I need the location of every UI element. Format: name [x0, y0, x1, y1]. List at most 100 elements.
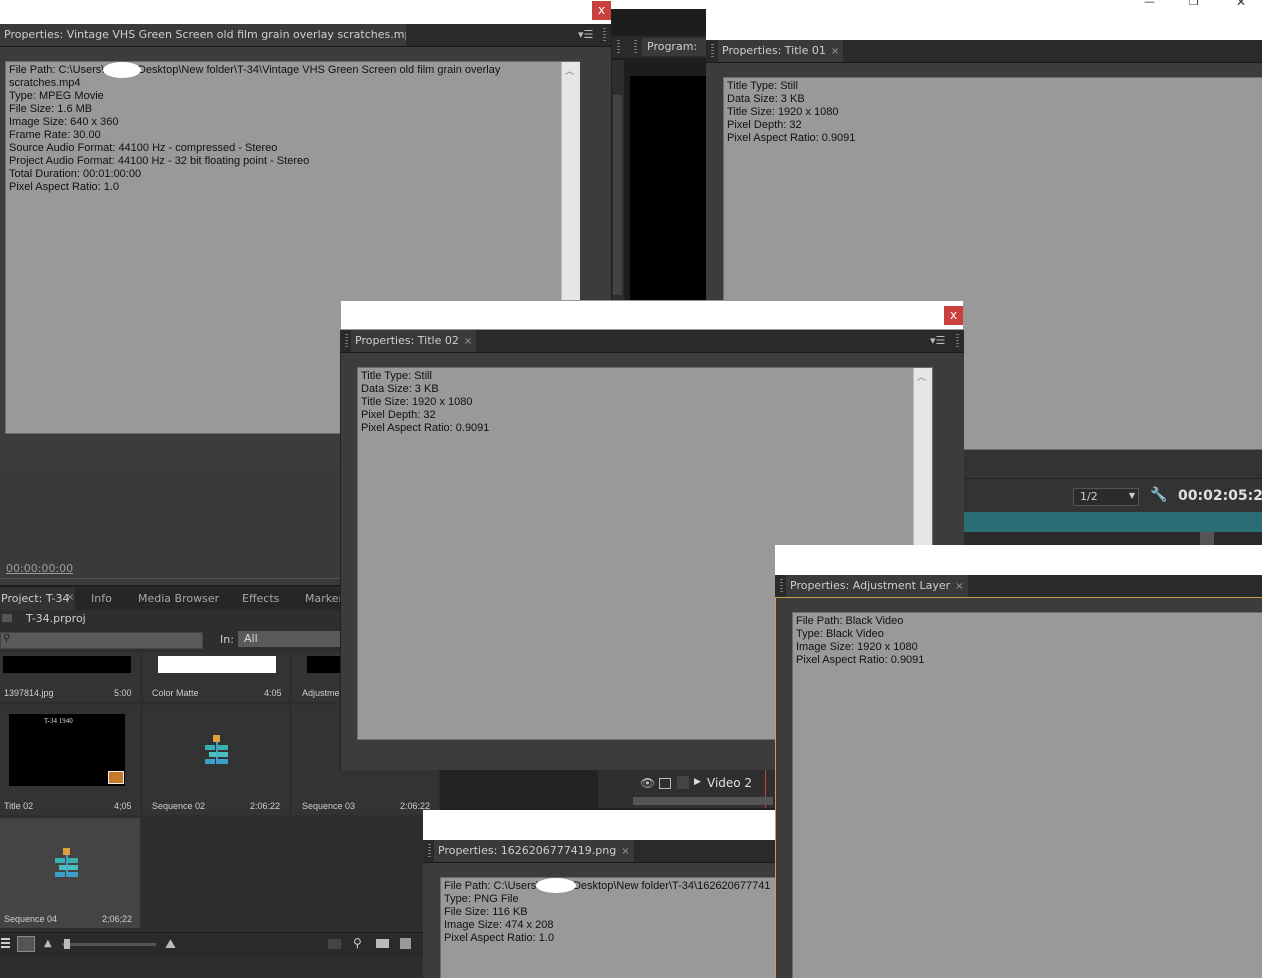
track-clip[interactable]: [633, 797, 773, 805]
scroll-up-icon[interactable]: ︿: [565, 64, 574, 77]
project-item[interactable]: 1397814.jpg 5:00: [0, 652, 140, 702]
icon-view-icon[interactable]: [17, 936, 35, 952]
scroll-thumb[interactable]: [613, 95, 622, 295]
wrench-icon[interactable]: 🔧: [1150, 487, 1167, 503]
zoom-slider[interactable]: [62, 943, 156, 946]
system-titlebar-strip: [611, 0, 1262, 9]
vhs-panel-title: Properties: Vintage VHS Green Screen old…: [4, 28, 406, 41]
program-timecode: 00:02:05:25: [1178, 488, 1262, 504]
title01-panel-title: Properties: Title 01: [722, 44, 826, 57]
eye-icon[interactable]: 👁: [640, 776, 655, 790]
panel-grip[interactable]: [711, 44, 714, 58]
item-name: Sequence 04: [4, 914, 58, 924]
scroll-up-icon[interactable]: ︿: [917, 370, 926, 383]
project-item[interactable]: Sequence 02 2:06:22: [143, 705, 289, 815]
title02-close-button[interactable]: x: [944, 306, 963, 325]
zoom-in-icon[interactable]: ⛰: [165, 937, 176, 952]
property-line: Data Size: 3 KB: [361, 383, 439, 395]
title02-panel-tab[interactable]: Properties: Title 02 ×: [351, 330, 477, 352]
property-line: File Path: C:\Users\ \Desktop\New folder…: [444, 880, 771, 892]
property-line: Pixel Depth: 32: [727, 119, 802, 131]
property-line: Image Size: 1920 x 1080: [796, 641, 918, 653]
list-view-icon[interactable]: [1, 938, 10, 948]
project-item[interactable]: Sequence 04 2;06;22: [0, 818, 140, 928]
panel-grip[interactable]: [780, 579, 783, 593]
title01-window-titlebar[interactable]: [706, 9, 1262, 40]
property-line: Data Size: 3 KB: [727, 93, 805, 105]
project-item[interactable]: T-34 1940 Title 02 4;05: [0, 705, 140, 815]
new-bin-icon[interactable]: [376, 939, 389, 948]
search-input[interactable]: ⚲: [0, 632, 203, 649]
expand-track-icon[interactable]: ▶: [694, 777, 701, 787]
playhead-track[interactable]: [963, 512, 1262, 532]
property-line: Pixel Aspect Ratio: 0.9091: [361, 422, 490, 434]
tab-project[interactable]: Project: T-34: [0, 588, 75, 610]
title02-window-titlebar[interactable]: [340, 300, 964, 330]
redacted-mark: [103, 62, 141, 78]
panel-grip[interactable]: [428, 844, 431, 858]
property-line: Title Size: 1920 x 1080: [361, 396, 473, 408]
project-item[interactable]: Color Matte 4:05: [143, 652, 289, 702]
source-timecode: 00:00:00:00: [6, 562, 74, 575]
new-item-icon[interactable]: [400, 938, 411, 949]
maximize-window-button[interactable]: ❐: [1189, 0, 1199, 8]
item-name: Title 02: [4, 801, 34, 811]
property-line: Total Duration: 00:01:00:00: [9, 168, 142, 180]
tab-close-icon[interactable]: ×: [831, 46, 839, 57]
property-line: scratches.mp4: [9, 77, 81, 89]
property-line: File Path: Black Video: [796, 615, 904, 627]
panel-grip[interactable]: [603, 28, 606, 42]
zoom-out-icon[interactable]: ▲: [44, 938, 52, 949]
tab-info[interactable]: Info: [86, 588, 117, 610]
png-window-titlebar[interactable]: [423, 810, 778, 840]
film-badge-icon: [108, 771, 124, 784]
vhs-close-button[interactable]: x: [592, 1, 611, 20]
tab-close-icon[interactable]: ×: [955, 581, 963, 592]
property-line: Source Audio Format: 44100 Hz - compress…: [9, 142, 278, 154]
sequence-icon: [55, 848, 78, 877]
tab-program[interactable]: Program: Se: [642, 38, 713, 56]
minimize-window-button[interactable]: —: [1144, 0, 1155, 8]
title01-panel-tab[interactable]: Properties: Title 01 ×: [718, 40, 844, 62]
panel-grip[interactable]: [956, 334, 959, 348]
item-thumbnail: T-34 1940: [9, 714, 125, 786]
tab-close-icon[interactable]: ×: [621, 846, 629, 857]
tab-close-icon[interactable]: ×: [464, 336, 472, 347]
panel-grip[interactable]: [634, 40, 637, 54]
tab-close-icon[interactable]: ×: [66, 592, 74, 603]
zoom-select[interactable]: 1/2 ▼: [1073, 488, 1139, 506]
adjustment-panel-title: Properties: Adjustment Layer: [790, 579, 951, 592]
find-icon[interactable]: ⚲: [353, 936, 362, 950]
property-line: Type: Black Video: [796, 628, 884, 640]
item-thumbnail: [3, 656, 131, 673]
adjustment-window-titlebar[interactable]: [775, 545, 1262, 575]
item-thumbnail: [307, 656, 342, 673]
item-name: Sequence 03: [302, 801, 356, 811]
vhs-window-titlebar[interactable]: [0, 0, 611, 24]
close-window-button[interactable]: ✕: [1236, 0, 1246, 9]
lock-icon[interactable]: [677, 776, 689, 789]
tab-media-browser[interactable]: Media Browser: [133, 588, 224, 610]
property-line: Project Audio Format: 44100 Hz - 32 bit …: [9, 155, 310, 167]
scroll-handle[interactable]: [1200, 532, 1214, 546]
chevron-down-icon: ▼: [1128, 491, 1135, 500]
in-select[interactable]: All: [238, 631, 341, 647]
png-properties-text: File Path: C:\Users\ \Desktop\New folder…: [440, 877, 778, 978]
item-duration: 5:00: [114, 688, 132, 698]
automate-icon[interactable]: [328, 939, 341, 949]
tab-effects[interactable]: Effects: [237, 588, 284, 610]
vhs-panel-tab[interactable]: Properties: Vintage VHS Green Screen old…: [0, 24, 406, 46]
item-name: Color Matte: [152, 688, 199, 698]
panel-menu-icon[interactable]: ▾☰: [930, 334, 945, 347]
panel-grip[interactable]: [345, 334, 348, 348]
film-icon[interactable]: [659, 778, 671, 789]
adjustment-panel-tab[interactable]: Properties: Adjustment Layer ×: [786, 575, 968, 597]
property-line: Title Size: 1920 x 1080: [727, 106, 839, 118]
property-line: Title Type: Still: [727, 80, 798, 92]
png-panel-tab[interactable]: Properties: 1626206777419.png ×: [434, 840, 634, 862]
panel-grip[interactable]: [617, 40, 620, 54]
zoom-slider-thumb[interactable]: [64, 939, 70, 949]
program-preview: [630, 76, 710, 301]
panel-menu-icon[interactable]: ▾☰: [578, 28, 593, 41]
project-item[interactable]: Adjustme: [292, 652, 342, 702]
